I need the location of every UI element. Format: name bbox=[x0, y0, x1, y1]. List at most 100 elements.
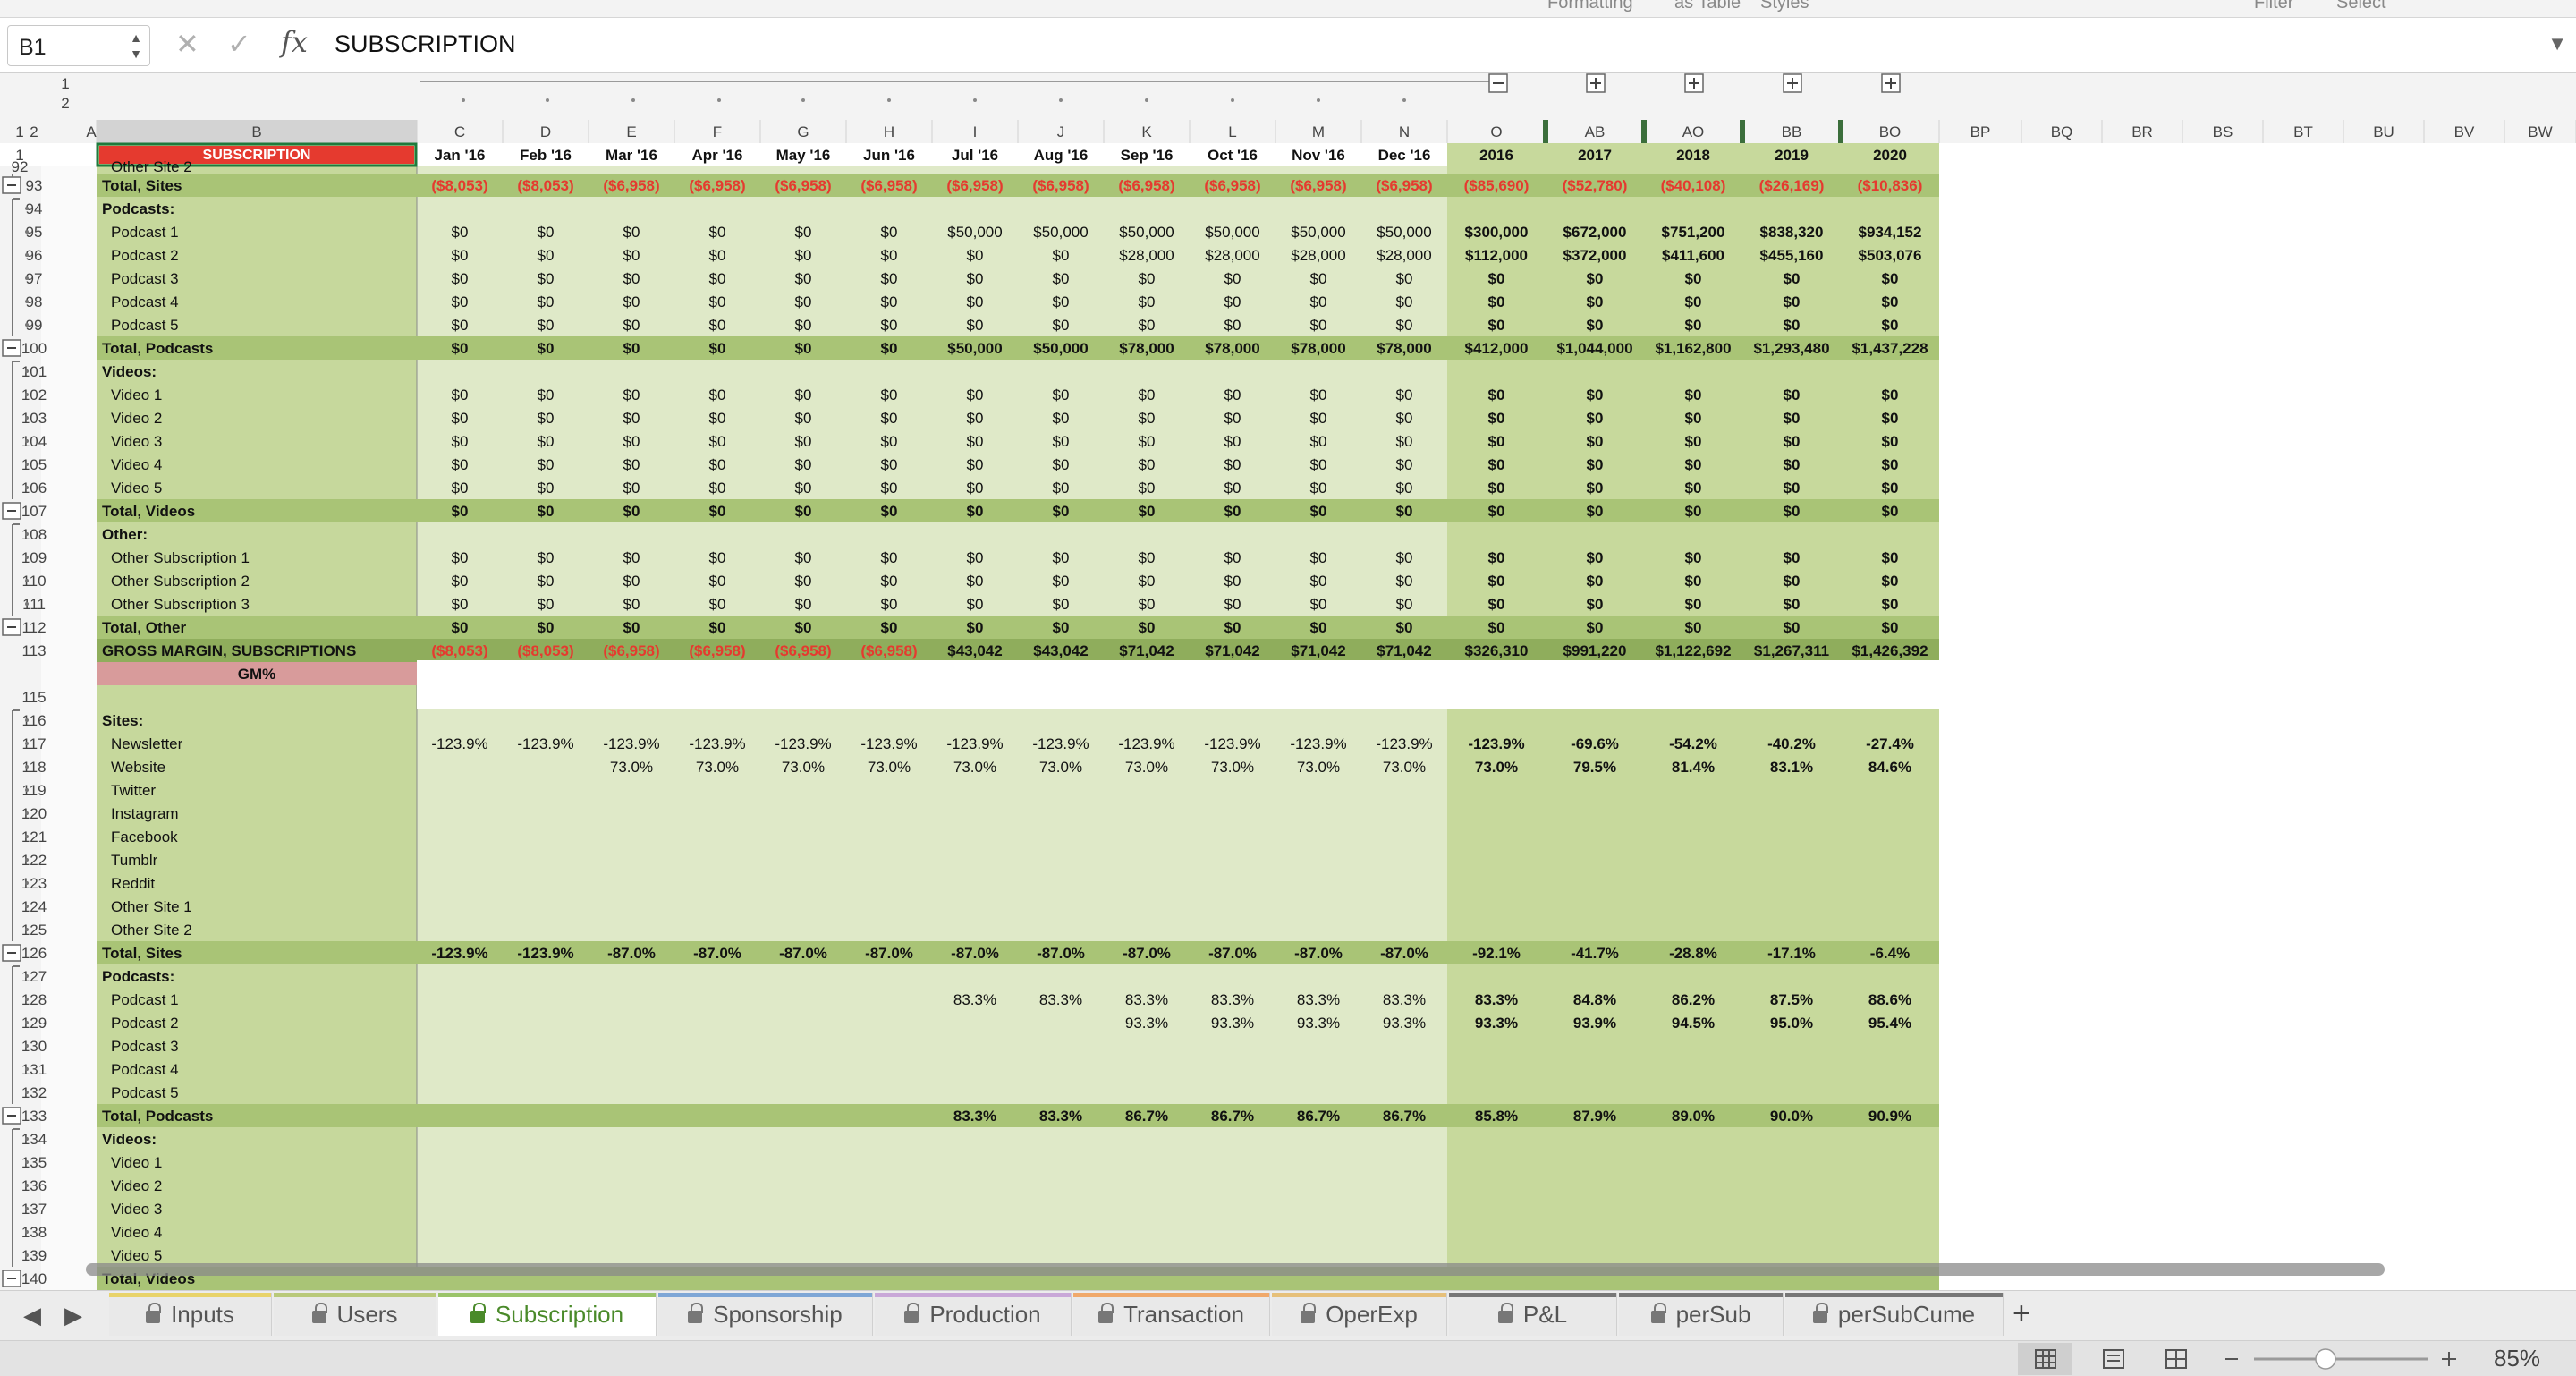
cell-value[interactable]: $0 bbox=[623, 573, 640, 590]
cell-value[interactable]: -87.0% bbox=[607, 945, 656, 962]
column-header-n[interactable]: N bbox=[1399, 123, 1410, 140]
cell-value[interactable]: $0 bbox=[1685, 619, 1702, 636]
chevron-down-icon[interactable]: ▼ bbox=[2547, 32, 2567, 55]
cell-value[interactable]: 83.3% bbox=[1475, 991, 1518, 1008]
cell-value[interactable]: $0 bbox=[623, 456, 640, 473]
cell-value[interactable]: $0 bbox=[538, 619, 555, 636]
cell-value[interactable]: 93.3% bbox=[1125, 1015, 1168, 1032]
cell-value[interactable]: ($6,958) bbox=[775, 177, 831, 194]
cell-value[interactable]: $0 bbox=[1396, 410, 1413, 427]
cell-value[interactable]: 86.7% bbox=[1297, 1108, 1340, 1125]
cell-value[interactable]: $0 bbox=[1488, 480, 1505, 497]
cell-value[interactable]: $0 bbox=[538, 433, 555, 450]
cell-value[interactable]: -123.9% bbox=[860, 735, 917, 752]
cell-value[interactable]: $0 bbox=[452, 456, 469, 473]
cell-value[interactable]: $0 bbox=[452, 573, 469, 590]
cell-value[interactable]: ($6,958) bbox=[860, 177, 917, 194]
cell-value[interactable]: $0 bbox=[709, 549, 726, 566]
cell-value[interactable]: $0 bbox=[881, 270, 898, 287]
cell-value[interactable]: $0 bbox=[1139, 270, 1156, 287]
cell-value[interactable]: -28.8% bbox=[1669, 945, 1717, 962]
cell-value[interactable]: $503,076 bbox=[1859, 247, 1922, 264]
cell-value[interactable]: $0 bbox=[1488, 573, 1505, 590]
cell-value[interactable]: $0 bbox=[1882, 410, 1899, 427]
cell-value[interactable]: -17.1% bbox=[1767, 945, 1816, 962]
cell-value[interactable]: $0 bbox=[795, 456, 812, 473]
cell-value[interactable]: $0 bbox=[623, 596, 640, 613]
cell-value[interactable]: $0 bbox=[795, 619, 812, 636]
cell-value[interactable]: $0 bbox=[1882, 386, 1899, 403]
cell-value[interactable]: $0 bbox=[623, 386, 640, 403]
cell-value[interactable]: $0 bbox=[881, 619, 898, 636]
cell-value[interactable]: $0 bbox=[538, 317, 555, 334]
cell-value[interactable]: -123.9% bbox=[517, 945, 573, 962]
cell-value[interactable]: $0 bbox=[795, 317, 812, 334]
sheet-tab-persub[interactable]: perSub bbox=[1619, 1293, 1784, 1336]
cell-value[interactable]: $455,160 bbox=[1760, 247, 1824, 264]
insert-function-icon[interactable]: fx bbox=[281, 25, 308, 59]
cell-value[interactable]: -123.9% bbox=[946, 735, 1003, 752]
cell-value[interactable]: $0 bbox=[795, 224, 812, 241]
cell-value[interactable]: $0 bbox=[1685, 317, 1702, 334]
cell-value[interactable]: $0 bbox=[1685, 270, 1702, 287]
sheet-tab-operexp[interactable]: OperExp bbox=[1272, 1293, 1447, 1336]
cell-value[interactable]: $0 bbox=[1784, 456, 1801, 473]
cell-value[interactable]: 95.4% bbox=[1868, 1015, 1911, 1032]
cell-value[interactable]: $0 bbox=[709, 619, 726, 636]
cell-value[interactable]: $0 bbox=[1882, 433, 1899, 450]
column-header-g[interactable]: G bbox=[797, 123, 809, 140]
cell-value[interactable]: 81.4% bbox=[1672, 759, 1715, 776]
cell-value[interactable]: $1,267,311 bbox=[1754, 642, 1829, 659]
cell-value[interactable]: 83.1% bbox=[1770, 759, 1813, 776]
cell-value[interactable]: $372,000 bbox=[1563, 247, 1627, 264]
cell-value[interactable]: $0 bbox=[1224, 433, 1241, 450]
cell-value[interactable]: $0 bbox=[1685, 433, 1702, 450]
cell-value[interactable]: $0 bbox=[623, 410, 640, 427]
cell-value[interactable]: $0 bbox=[1139, 503, 1156, 520]
row-number[interactable]: 93 bbox=[26, 177, 43, 194]
cell-value[interactable]: 86.7% bbox=[1211, 1108, 1254, 1125]
column-header-ab[interactable]: AB bbox=[1585, 123, 1606, 140]
cell-value[interactable]: ($6,958) bbox=[775, 642, 831, 659]
cell-value[interactable]: $0 bbox=[967, 619, 984, 636]
cell-value[interactable]: $0 bbox=[1784, 596, 1801, 613]
cell-value[interactable]: 93.3% bbox=[1475, 1015, 1518, 1032]
cell-value[interactable]: 73.0% bbox=[782, 759, 825, 776]
cell-value[interactable]: $0 bbox=[881, 596, 898, 613]
cell-value[interactable]: $0 bbox=[881, 573, 898, 590]
cell-value[interactable]: $71,042 bbox=[1119, 642, 1174, 659]
cell-value[interactable]: -87.0% bbox=[1294, 945, 1343, 962]
cell-value[interactable]: $0 bbox=[1784, 270, 1801, 287]
cell-value[interactable]: ($6,958) bbox=[603, 642, 659, 659]
cell-value[interactable]: -87.0% bbox=[1123, 945, 1171, 962]
cell-value[interactable]: $300,000 bbox=[1465, 224, 1529, 241]
cell-value[interactable]: $0 bbox=[881, 293, 898, 310]
cell-value[interactable]: $50,000 bbox=[1033, 224, 1088, 241]
cell-value[interactable]: 89.0% bbox=[1672, 1108, 1715, 1125]
cell-value[interactable]: $0 bbox=[1053, 480, 1070, 497]
cell-value[interactable]: $0 bbox=[1310, 549, 1327, 566]
cell-value[interactable]: $0 bbox=[1882, 549, 1899, 566]
cell-value[interactable]: 90.0% bbox=[1770, 1108, 1813, 1125]
cell-value[interactable]: $0 bbox=[881, 340, 898, 357]
zoom-slider-handle[interactable] bbox=[2315, 1348, 2336, 1370]
cell-value[interactable]: $0 bbox=[709, 224, 726, 241]
cell-value[interactable]: 79.5% bbox=[1573, 759, 1616, 776]
cell-value[interactable]: $0 bbox=[1396, 596, 1413, 613]
cell-value[interactable]: ($40,108) bbox=[1661, 177, 1726, 194]
cell-value[interactable]: $0 bbox=[795, 340, 812, 357]
column-header-d[interactable]: D bbox=[540, 123, 551, 140]
sheet-tab-transaction[interactable]: Transaction bbox=[1073, 1293, 1270, 1336]
cell-value[interactable]: $0 bbox=[795, 293, 812, 310]
column-header-o[interactable]: O bbox=[1490, 123, 1502, 140]
ribbon-fragment-select[interactable]: Select bbox=[2336, 0, 2386, 13]
outline-level-1-button[interactable]: 1 bbox=[61, 75, 69, 92]
cell-value[interactable]: $0 bbox=[881, 433, 898, 450]
cell-value[interactable]: $0 bbox=[1488, 456, 1505, 473]
cell-value[interactable]: $0 bbox=[1224, 410, 1241, 427]
cell-value[interactable]: 83.3% bbox=[1383, 991, 1426, 1008]
cell-value[interactable]: 84.6% bbox=[1868, 759, 1911, 776]
cell-value[interactable]: $0 bbox=[1396, 480, 1413, 497]
cell-value[interactable]: $0 bbox=[623, 317, 640, 334]
cell-value[interactable]: $0 bbox=[709, 293, 726, 310]
